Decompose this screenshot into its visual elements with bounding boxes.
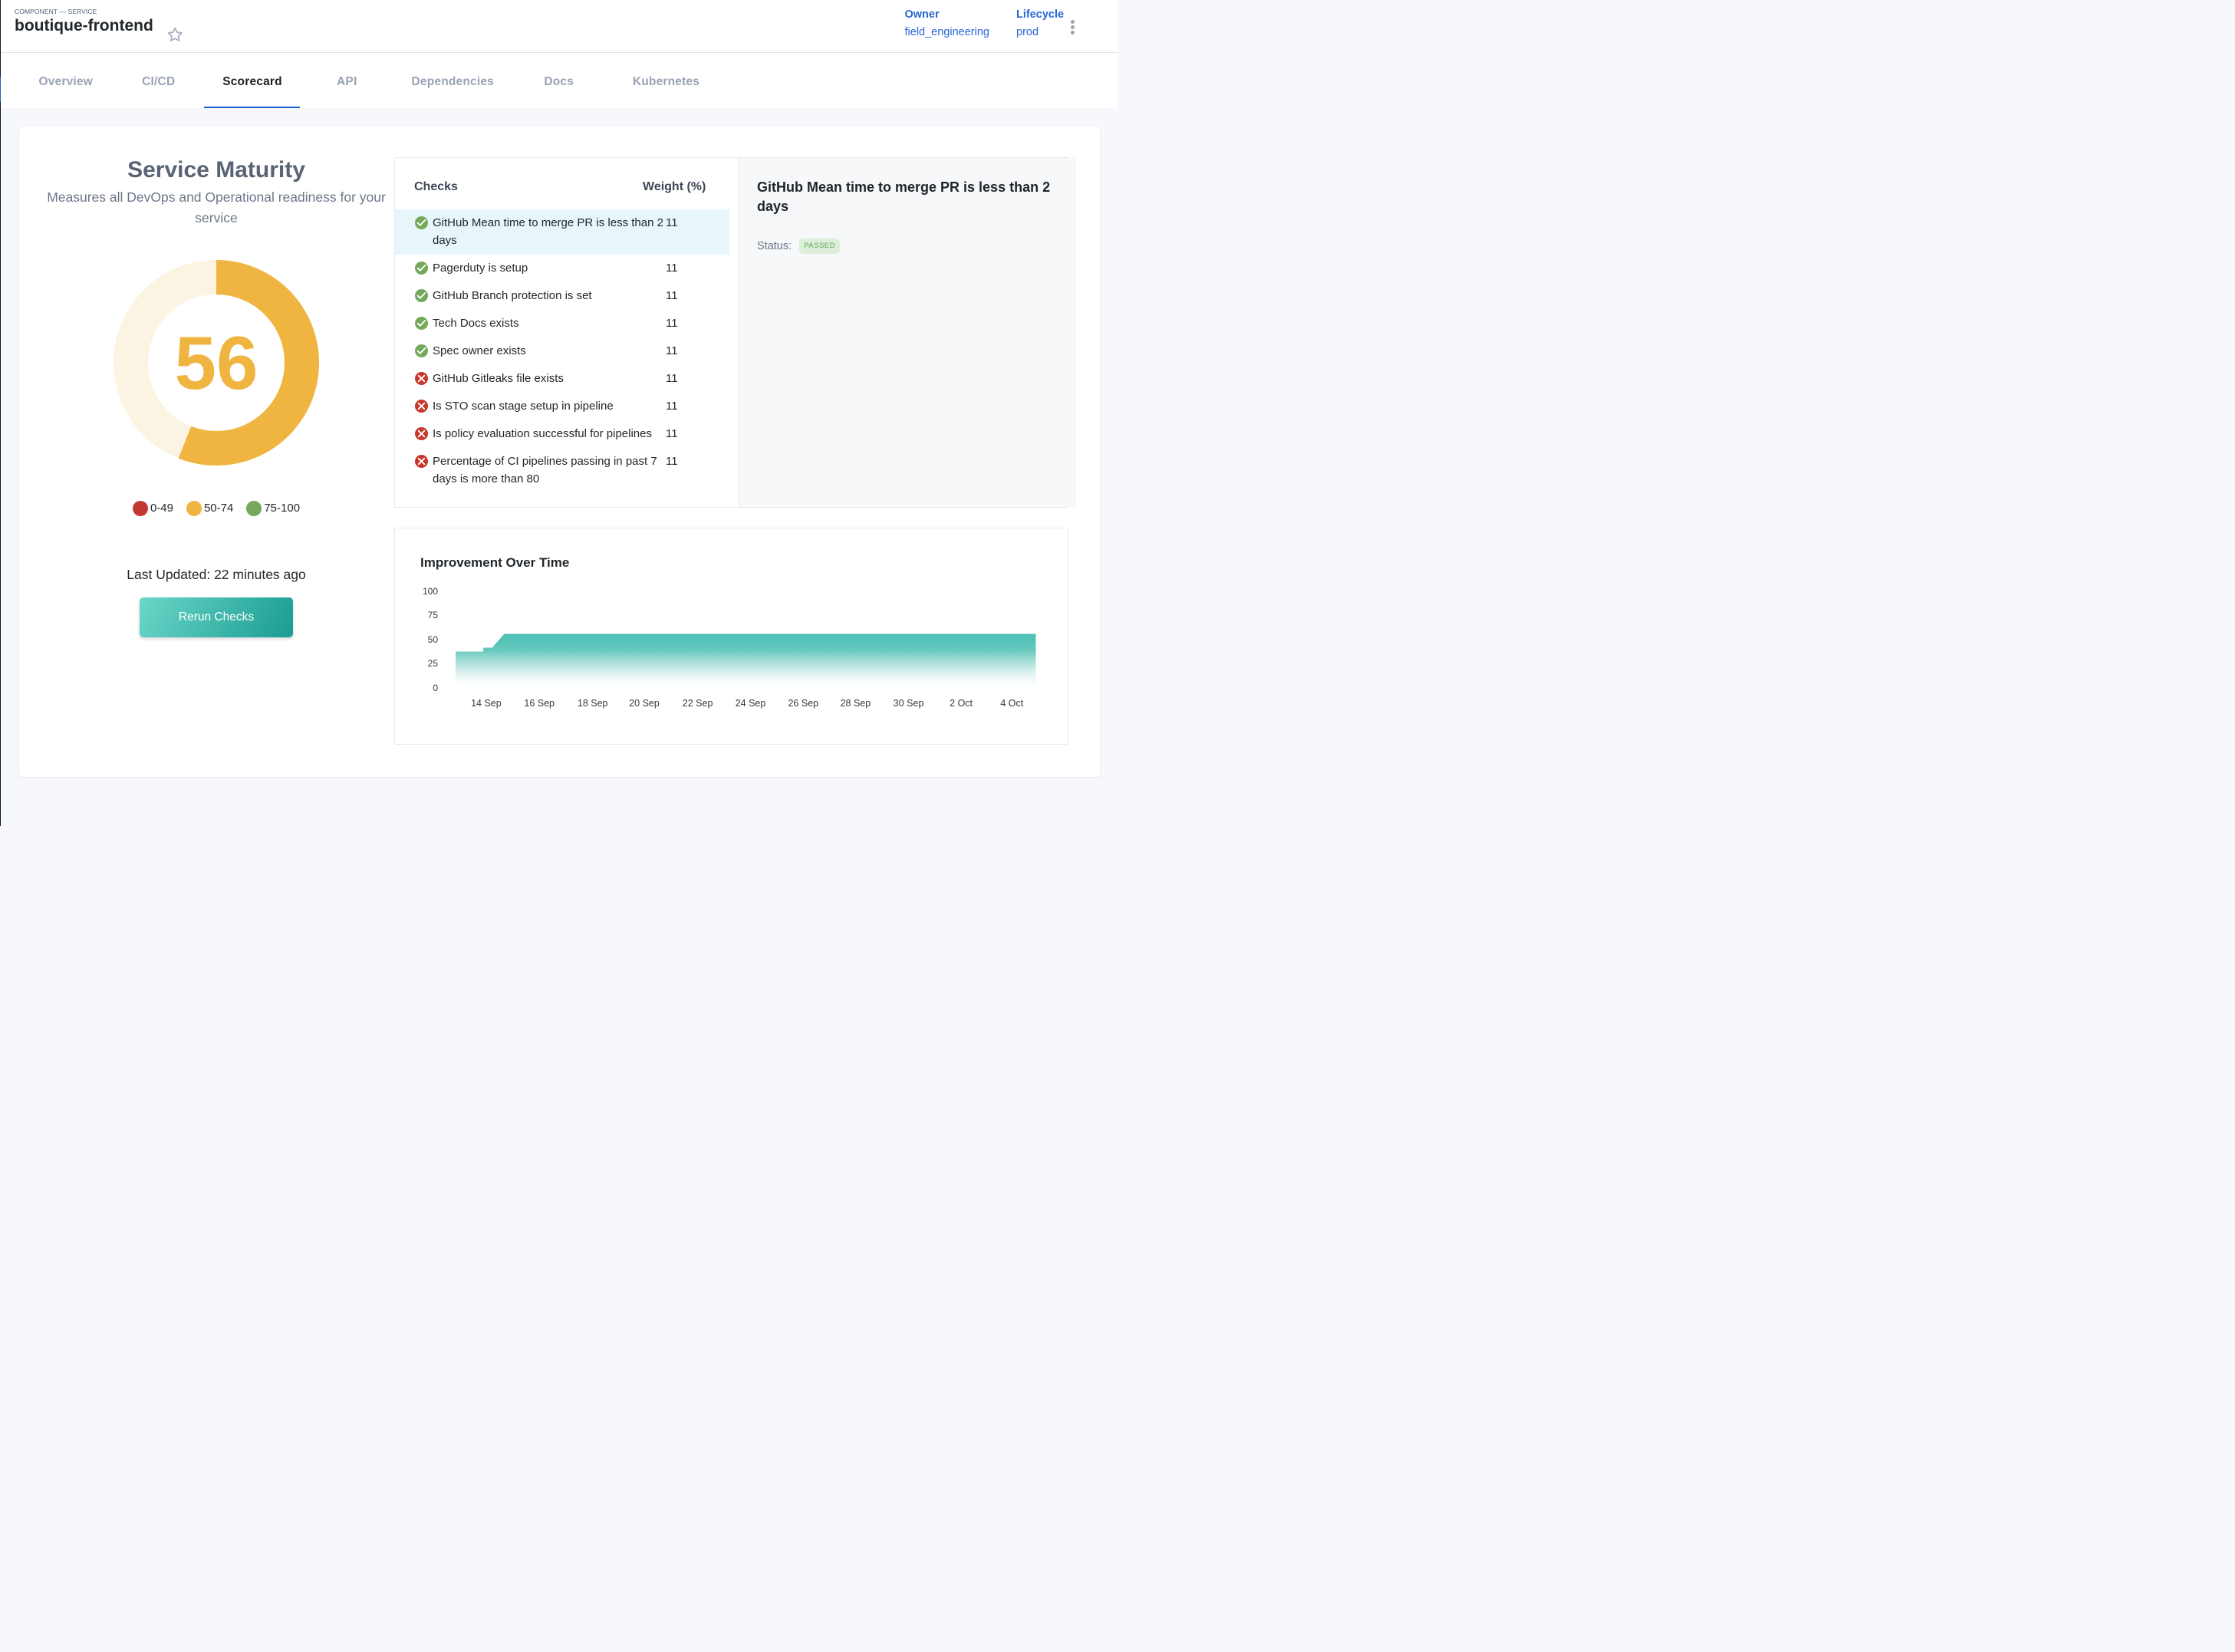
svg-text:56: 56 [174, 321, 258, 405]
